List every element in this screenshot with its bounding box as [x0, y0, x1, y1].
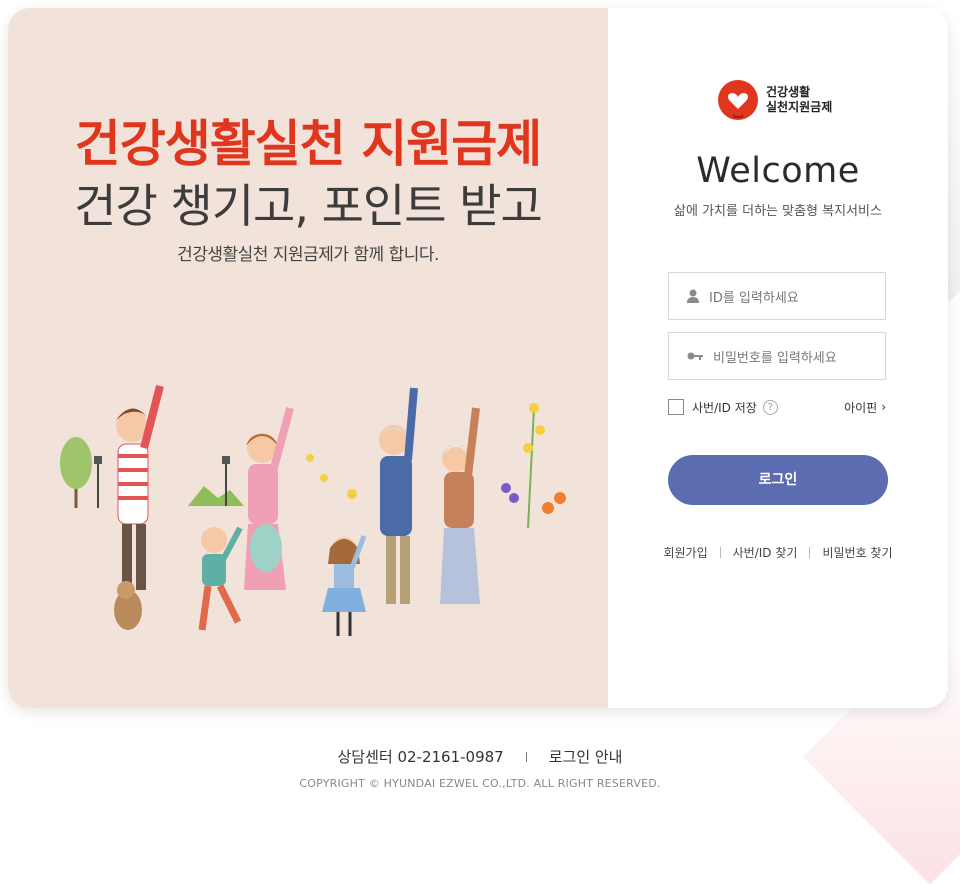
family-exercise-illustration: [60, 385, 566, 636]
logo-text-line2: 실천지원금제: [766, 100, 833, 114]
password-placeholder: 비밀번호를 입력하세요: [713, 350, 837, 366]
chevron-right-icon: ›: [881, 400, 886, 414]
boy-figure: [198, 526, 243, 631]
ipin-label: 아이핀: [844, 400, 878, 415]
login-guide-link[interactable]: 로그인 안내: [549, 746, 623, 767]
save-id-checkbox[interactable]: [668, 399, 684, 415]
lamp-icon: [94, 456, 102, 508]
ipin-link[interactable]: 아이핀 ›: [844, 399, 886, 416]
footer-divider: [525, 751, 527, 762]
flowers-icon: [306, 403, 566, 529]
logo-text: 건강생활 실천지원금제: [766, 85, 832, 115]
help-icon[interactable]: ?: [762, 399, 778, 415]
mother-figure: [244, 406, 294, 590]
password-input[interactable]: 비밀번호를 입력하세요: [668, 332, 886, 380]
bush-icon: [188, 486, 244, 506]
heart-logo-icon: [718, 80, 758, 120]
login-card: 건강생활실천 지원금제 건강 챙기고, 포인트 받고 건강생활실천 지원금제가 …: [8, 8, 948, 708]
grandmother-figure: [440, 407, 480, 604]
service-tagline: 삶에 가치를 더하는 맞춤형 복지서비스: [674, 204, 882, 219]
find-id-link[interactable]: 사번/ID 찾기: [733, 544, 798, 561]
footer-contact: 상담센터 02-2161-0987 로그인 안내: [0, 746, 960, 767]
key-icon: [687, 352, 703, 360]
link-divider: [719, 547, 721, 558]
service-logo: 건강생활 실천지원금제: [716, 78, 832, 122]
save-id-row: 사번/ID 저장 ? 아이핀 ›: [668, 397, 886, 417]
contact-center: 상담센터 02-2161-0987: [337, 748, 504, 766]
grandfather-figure: [378, 387, 418, 604]
login-button[interactable]: 로그인: [668, 455, 888, 505]
hero-description: 건강생활실천 지원금제가 함께 합니다.: [177, 245, 439, 265]
find-password-link[interactable]: 비밀번호 찾기: [822, 544, 892, 561]
logo-text-line1: 건강생활: [766, 85, 811, 99]
hero-headline: 건강생활실천 지원금제: [74, 115, 542, 173]
signup-link[interactable]: 회원가입: [663, 544, 707, 561]
id-input[interactable]: ID를 입력하세요: [668, 272, 886, 320]
welcome-title: Welcome: [696, 151, 860, 191]
link-divider: [809, 547, 811, 558]
hero-subheadline: 건강 챙기고, 포인트 받고: [74, 179, 543, 233]
id-placeholder: ID를 입력하세요: [709, 290, 799, 306]
login-panel: 건강생활 실천지원금제 Welcome 삶에 가치를 더하는 맞춤형 복지서비스…: [608, 8, 948, 708]
user-icon: [687, 289, 699, 303]
save-id-label[interactable]: 사번/ID 저장: [692, 399, 757, 416]
hero-panel: 건강생활실천 지원금제 건강 챙기고, 포인트 받고 건강생활실천 지원금제가 …: [8, 8, 608, 708]
account-links: 회원가입 사번/ID 찾기 비밀번호 찾기: [608, 544, 948, 561]
girl-figure: [322, 535, 367, 636]
copyright: COPYRIGHT © HYUNDAI EZWEL CO.,LTD. ALL R…: [299, 777, 661, 790]
tree-icon: [60, 437, 92, 508]
father-figure: [116, 385, 164, 590]
